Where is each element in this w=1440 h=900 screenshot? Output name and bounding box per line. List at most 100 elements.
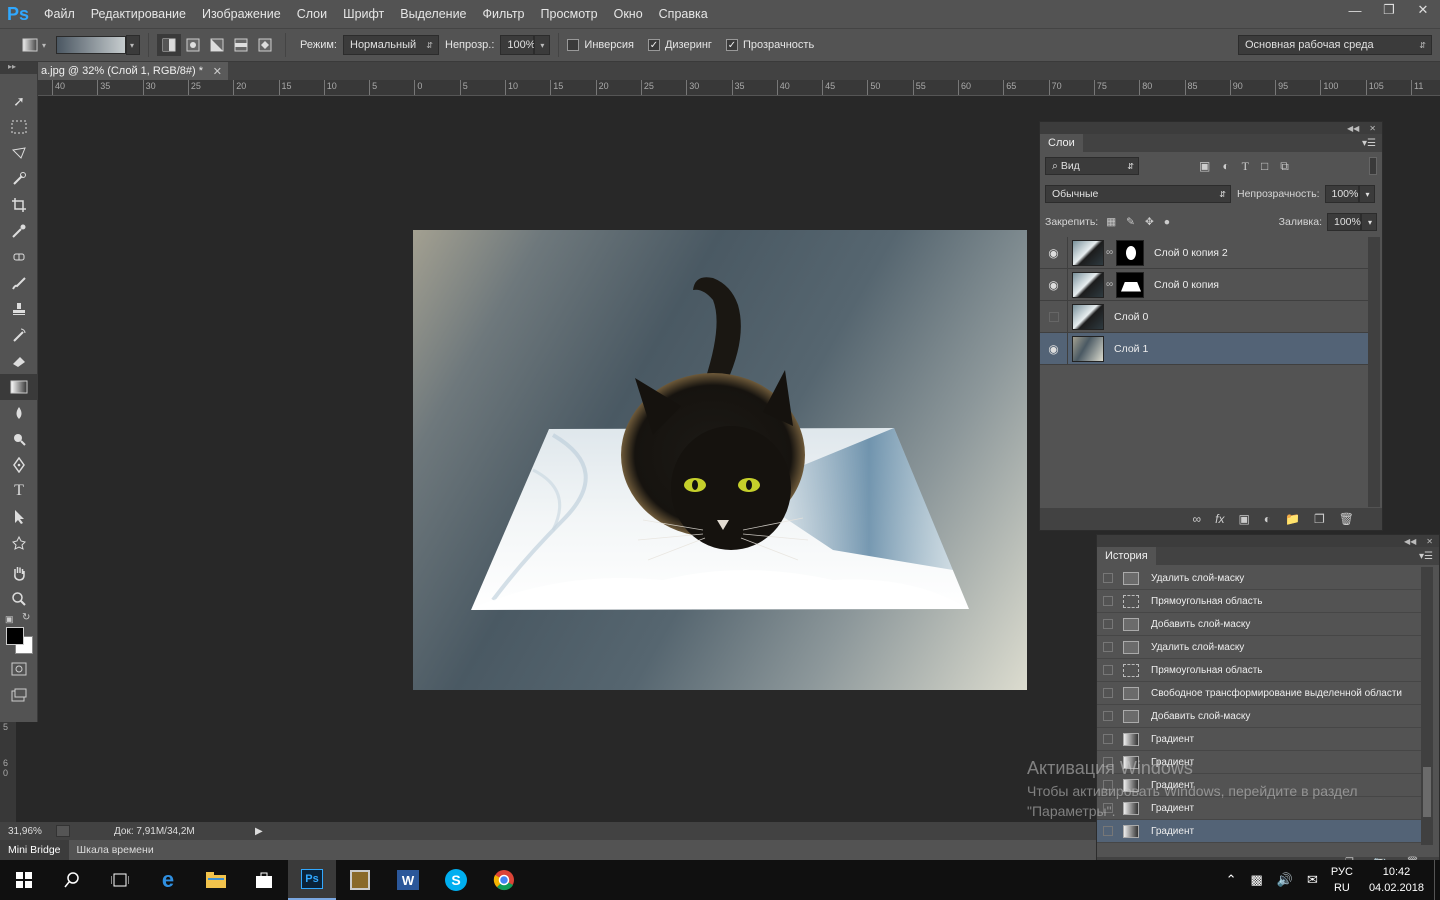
add-mask-icon[interactable]: ▣ xyxy=(1238,512,1249,526)
menu-view[interactable]: Просмотр xyxy=(533,0,606,28)
inverse-checkbox[interactable] xyxy=(567,39,580,51)
minimize-button[interactable]: — xyxy=(1338,0,1372,20)
tab-history[interactable]: История xyxy=(1097,547,1156,565)
delete-layer-icon[interactable]: 🗑 xyxy=(1339,512,1354,526)
menu-filter[interactable]: Фильтр xyxy=(475,0,533,28)
zoom-tool-icon[interactable] xyxy=(0,586,38,612)
layer-row[interactable]: ◉ Слой 1 xyxy=(1040,332,1368,365)
filter-shape-icon[interactable]: □ xyxy=(1261,159,1268,174)
menu-edit[interactable]: Редактирование xyxy=(83,0,194,28)
history-source-checkbox[interactable] xyxy=(1103,619,1113,629)
visibility-eye-icon[interactable]: ◉ xyxy=(1040,332,1068,365)
brush-tool-icon[interactable] xyxy=(0,270,38,296)
gradient-tool-preset-icon[interactable] xyxy=(18,34,42,56)
fill-dropdown[interactable]: ▾ xyxy=(1361,213,1377,231)
history-item[interactable]: Прямоугольная область xyxy=(1097,659,1422,682)
lock-transparent-icon[interactable]: ▦ xyxy=(1106,216,1116,228)
tools-panel-collapse[interactable]: ▸▸ xyxy=(0,62,37,74)
new-layer-icon[interactable]: ❐ xyxy=(1314,512,1325,526)
tab-layers[interactable]: Слои xyxy=(1040,134,1083,152)
lock-position-icon[interactable]: ✥ xyxy=(1145,216,1154,228)
mask-link-icon[interactable]: ∞ xyxy=(1106,279,1114,290)
visibility-eye-icon[interactable]: ◉ xyxy=(1040,268,1068,301)
fill-input[interactable]: 100% xyxy=(1327,213,1361,231)
history-item[interactable]: Градиент xyxy=(1097,751,1422,774)
document-canvas[interactable] xyxy=(413,230,1027,690)
photoshop-taskbar-icon[interactable]: Ps xyxy=(288,860,336,900)
app-taskbar-icon[interactable] xyxy=(336,860,384,900)
gradient-picker-dropdown[interactable]: ▾ xyxy=(126,35,141,55)
panel-menu-icon[interactable]: ▾☰ xyxy=(1362,138,1376,149)
opacity-input[interactable]: 100% xyxy=(500,35,536,55)
history-item[interactable]: Градиент xyxy=(1097,728,1422,751)
history-source-checkbox[interactable] xyxy=(1103,711,1113,721)
eyedropper-tool-icon[interactable] xyxy=(0,218,38,244)
gradient-picker[interactable] xyxy=(56,36,127,54)
document-tab[interactable]: a.jpg @ 32% (Слой 1, RGB/8#) * ✕ xyxy=(38,62,228,80)
layer-mask-thumbnail[interactable] xyxy=(1116,271,1144,298)
restore-button[interactable]: ❐ xyxy=(1372,0,1406,20)
store-icon[interactable] xyxy=(240,860,288,900)
menu-layers[interactable]: Слои xyxy=(289,0,335,28)
screen-mode-icon[interactable] xyxy=(0,682,38,708)
visibility-eye-icon[interactable]: ◉ xyxy=(1040,236,1068,269)
layers-scrollbar[interactable] xyxy=(1368,237,1380,507)
file-explorer-icon[interactable] xyxy=(192,860,240,900)
radial-gradient-icon[interactable] xyxy=(181,34,205,56)
history-source-checkbox[interactable] xyxy=(1103,596,1113,606)
canvas-area[interactable] xyxy=(38,96,1096,822)
history-item[interactable]: Градиент xyxy=(1097,797,1422,820)
task-view-icon[interactable] xyxy=(96,860,144,900)
history-item[interactable]: Добавить слой-маску xyxy=(1097,705,1422,728)
menu-type[interactable]: Шрифт xyxy=(335,0,392,28)
close-panel-icon[interactable]: ✕ xyxy=(1426,537,1433,546)
zoom-level[interactable]: 31,96% xyxy=(8,826,48,837)
layer-mask-thumbnail[interactable] xyxy=(1116,239,1144,266)
tab-timeline[interactable]: Шкала времени xyxy=(69,840,162,860)
start-icon[interactable] xyxy=(0,860,48,900)
dodge-tool-icon[interactable] xyxy=(0,426,38,452)
quick-select-tool-icon[interactable] xyxy=(0,166,38,192)
history-brush-tool-icon[interactable] xyxy=(0,322,38,348)
history-source-checkbox[interactable] xyxy=(1103,642,1113,652)
layer-opacity-dropdown[interactable]: ▾ xyxy=(1358,185,1375,203)
new-group-icon[interactable]: 📁 xyxy=(1285,512,1300,526)
notification-icon[interactable]: ✉ xyxy=(1307,872,1318,888)
mask-link-icon[interactable]: ∞ xyxy=(1106,247,1114,258)
history-source-checkbox[interactable] xyxy=(1103,803,1113,813)
history-item[interactable]: Градиент xyxy=(1097,774,1422,797)
healing-brush-tool-icon[interactable] xyxy=(0,244,38,270)
lock-all-icon[interactable]: ● xyxy=(1164,216,1170,228)
status-menu-arrow-icon[interactable]: ▶ xyxy=(255,826,263,837)
menu-window[interactable]: Окно xyxy=(606,0,651,28)
swap-colors-icon[interactable]: ↻ xyxy=(22,612,30,623)
history-source-checkbox[interactable] xyxy=(1103,688,1113,698)
show-desktop-button[interactable] xyxy=(1434,860,1440,900)
lock-image-icon[interactable]: ✎ xyxy=(1126,216,1135,228)
opacity-dropdown[interactable]: ▾ xyxy=(534,35,551,55)
collapse-panel-icon[interactable]: ◀◀ xyxy=(1347,124,1359,133)
menu-file[interactable]: Файл xyxy=(36,0,83,28)
clock[interactable]: 10:42 04.02.2018 xyxy=(1369,864,1424,896)
tab-mini-bridge[interactable]: Mini Bridge xyxy=(0,840,69,860)
path-selection-tool-icon[interactable] xyxy=(0,504,38,530)
filter-adjustment-icon[interactable]: ◐ xyxy=(1222,159,1229,174)
blur-tool-icon[interactable] xyxy=(0,400,38,426)
layer-filter-select[interactable]: ⌕ Вид ⇵ xyxy=(1045,157,1139,175)
history-source-checkbox[interactable] xyxy=(1103,826,1113,836)
volume-icon[interactable]: 🔊 xyxy=(1277,872,1293,888)
rect-marquee-tool-icon[interactable] xyxy=(0,114,38,140)
language-indicator[interactable]: РУС RU xyxy=(1331,864,1353,896)
layer-row[interactable]: ◉ ∞ Слой 0 копия 2 xyxy=(1040,236,1368,269)
history-item[interactable]: Удалить слой-маску xyxy=(1097,636,1422,659)
pen-tool-icon[interactable] xyxy=(0,452,38,478)
adjustment-layer-icon[interactable]: ◐ xyxy=(1264,512,1271,526)
history-item[interactable]: Добавить слой-маску xyxy=(1097,613,1422,636)
foreground-color-swatch[interactable] xyxy=(6,627,24,645)
type-tool-icon[interactable]: T xyxy=(0,478,38,504)
close-tab-icon[interactable]: ✕ xyxy=(213,65,222,78)
history-item[interactable]: Свободное трансформирование выделенной о… xyxy=(1097,682,1422,705)
lasso-tool-icon[interactable] xyxy=(0,140,38,166)
collapse-panel-icon[interactable]: ◀◀ xyxy=(1404,537,1416,546)
fx-icon[interactable]: fx xyxy=(1215,512,1224,526)
